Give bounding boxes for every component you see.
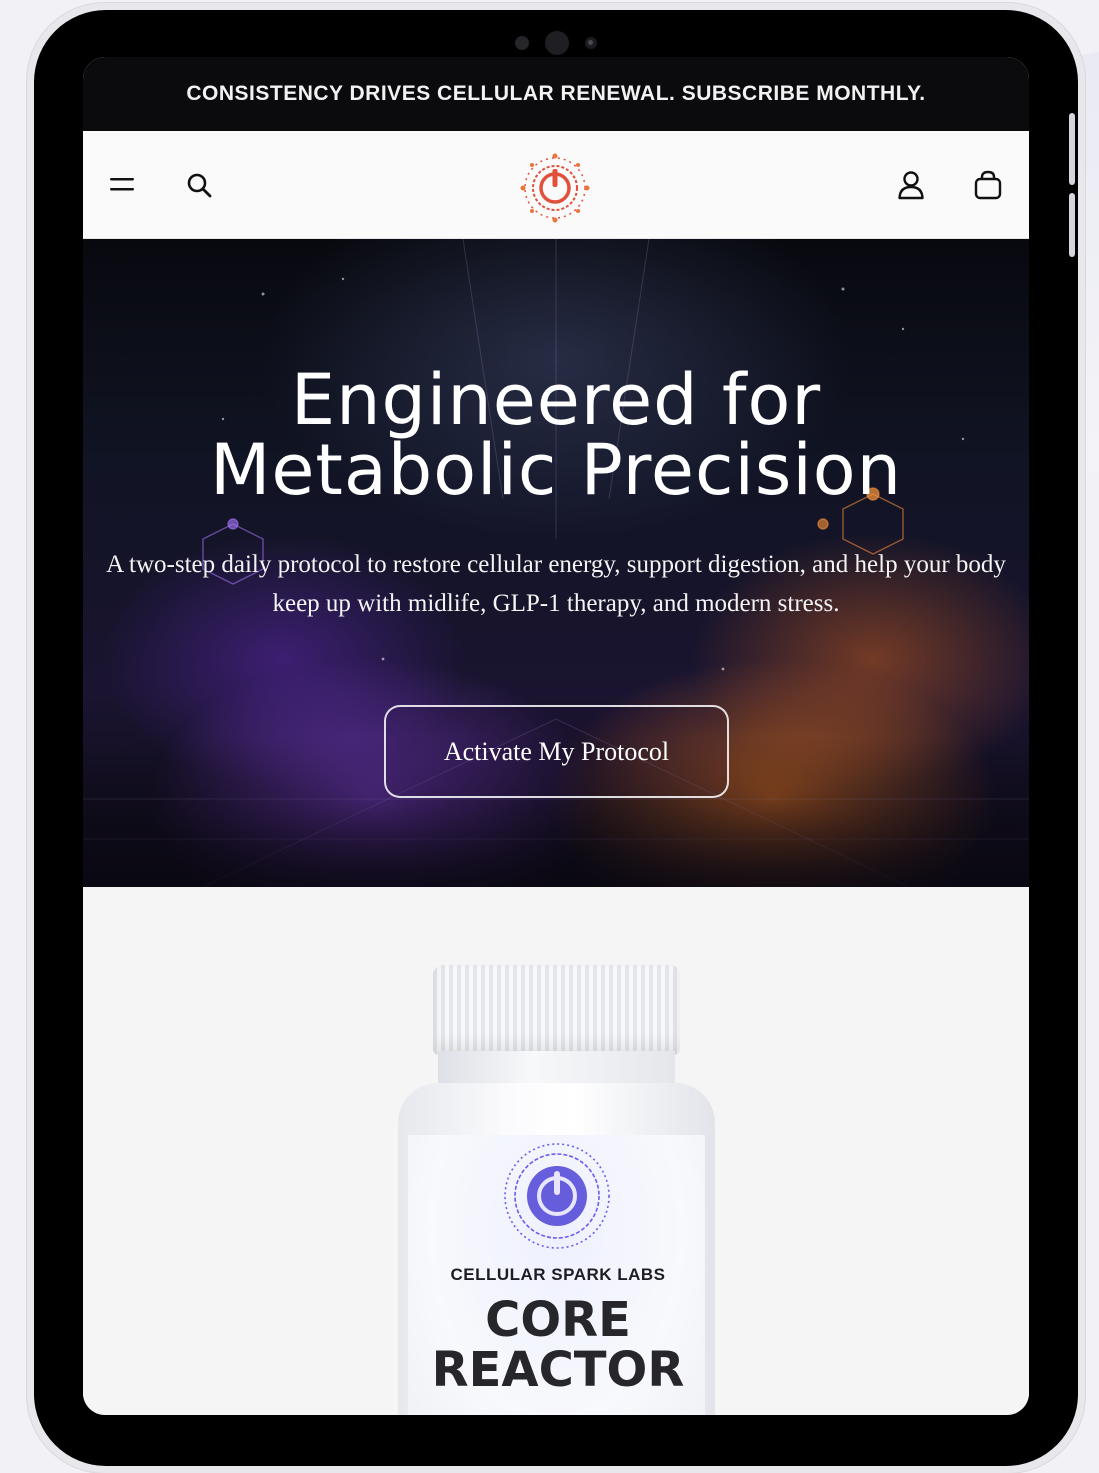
hero-title-line2: Metabolic Precision bbox=[209, 429, 903, 511]
bottle-cap bbox=[433, 965, 680, 1055]
menu-icon[interactable] bbox=[107, 169, 139, 201]
product-bottle-image[interactable]: CELLULAR SPARK LABS CORE REACTOR bbox=[398, 965, 718, 1415]
sensor-icon bbox=[515, 36, 529, 50]
product-name: CORE REACTOR bbox=[398, 1295, 718, 1395]
cart-icon[interactable] bbox=[972, 169, 1004, 201]
account-icon[interactable] bbox=[895, 169, 927, 201]
brand-logo[interactable] bbox=[518, 151, 592, 225]
camera-icon bbox=[545, 31, 569, 55]
lens-icon bbox=[585, 37, 597, 49]
hero-subtitle: A two-step daily protocol to restore cel… bbox=[106, 551, 1006, 617]
hero-title: Engineered for Metabolic Precision bbox=[83, 365, 1029, 505]
browser-screen: CONSISTENCY DRIVES CELLULAR RENEWAL. SUB… bbox=[83, 57, 1029, 1415]
volume-button bbox=[1069, 113, 1075, 185]
search-icon[interactable] bbox=[183, 169, 215, 201]
power-logo-icon bbox=[504, 1143, 610, 1249]
volume-button bbox=[1069, 193, 1075, 257]
product-name-line1: CORE bbox=[485, 1292, 631, 1348]
announcement-bar: CONSISTENCY DRIVES CELLULAR RENEWAL. SUB… bbox=[83, 57, 1029, 131]
product-section: CELLULAR SPARK LABS CORE REACTOR bbox=[83, 887, 1029, 1415]
camera-housing bbox=[34, 28, 1078, 58]
product-name-line2: REACTOR bbox=[431, 1342, 685, 1398]
announcement-text: CONSISTENCY DRIVES CELLULAR RENEWAL. SUB… bbox=[186, 82, 926, 105]
activate-protocol-button[interactable]: Activate My Protocol bbox=[384, 705, 729, 798]
product-brand: CELLULAR SPARK LABS bbox=[450, 1265, 666, 1284]
site-header bbox=[83, 131, 1029, 239]
hero-banner: Engineered for Metabolic Precision A two… bbox=[83, 239, 1029, 887]
